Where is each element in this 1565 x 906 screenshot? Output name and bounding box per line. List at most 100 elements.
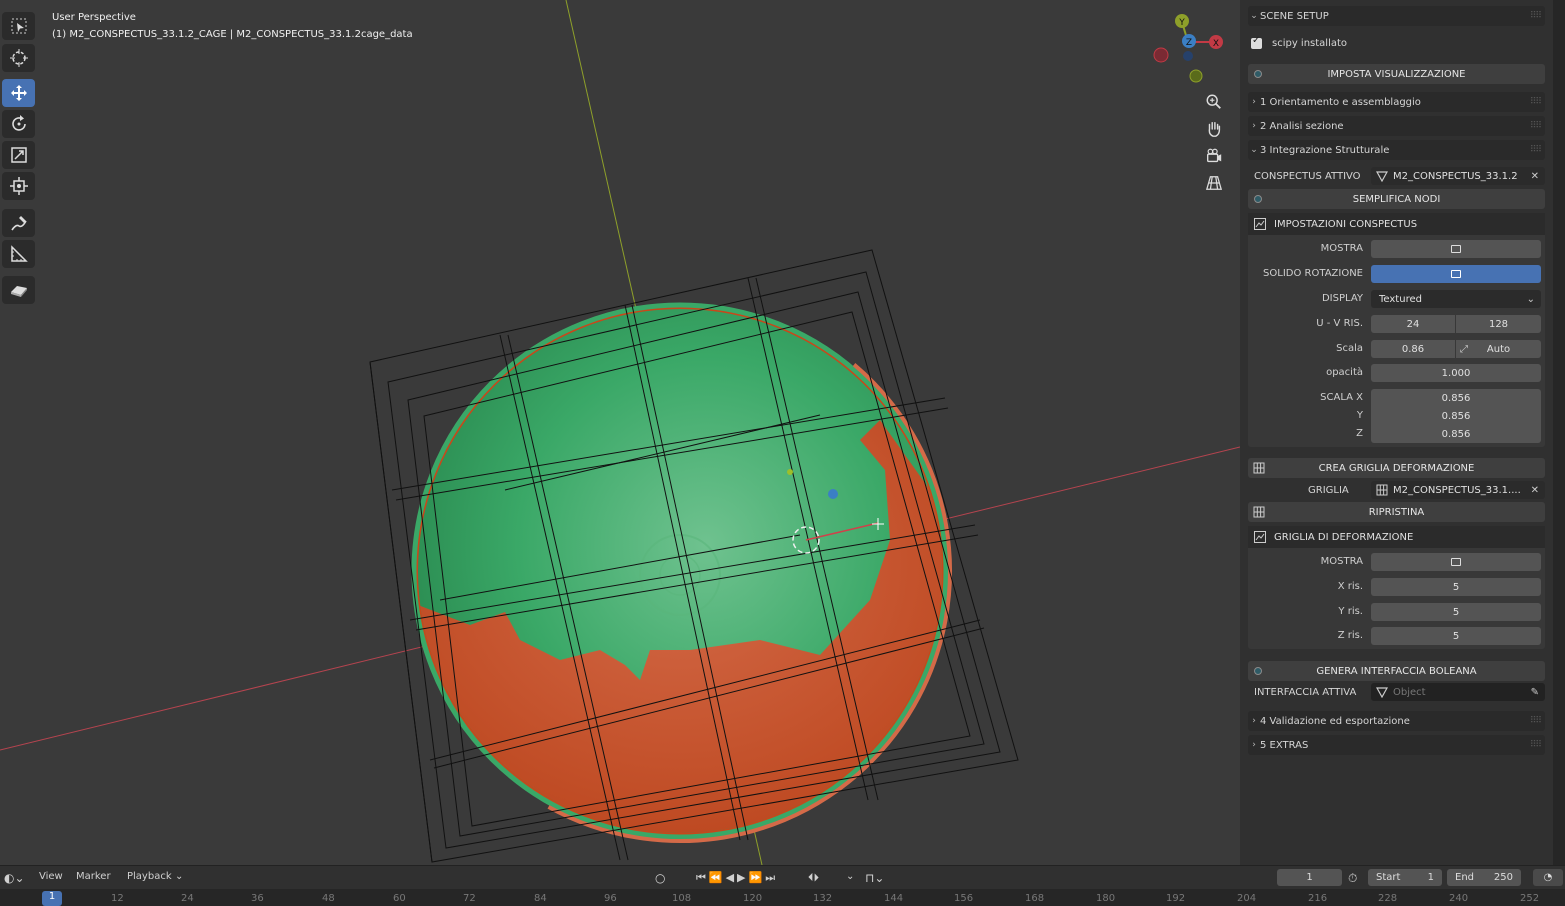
section-3-header[interactable]: ⌄ 3 Integrazione Strutturale ⠿⠿: [1248, 140, 1545, 160]
chevron-right-icon: ›: [1252, 121, 1256, 131]
scipy-checkbox[interactable]: ✓: [1251, 35, 1262, 49]
scala-y-field[interactable]: 0.856: [1371, 407, 1541, 425]
playback-menu[interactable]: Playback: [127, 871, 172, 882]
semplifica-label: SEMPLIFICA NODI: [1352, 193, 1441, 205]
scala-z-value: 0.856: [1441, 428, 1471, 440]
solido-rotazione-toggle[interactable]: [1371, 265, 1541, 283]
scipy-label: scipy installato: [1272, 37, 1348, 49]
stopwatch-icon[interactable]: ⏱: [1348, 871, 1357, 886]
uv-u-field[interactable]: 24: [1371, 315, 1455, 333]
scala-y-label: Y: [1356, 410, 1363, 421]
move-icon[interactable]: [2, 79, 35, 107]
operator-dot-icon: [1254, 195, 1262, 203]
tick-label: 144: [884, 893, 904, 904]
drag-handle-icon[interactable]: ⠿⠿: [1530, 740, 1542, 750]
y-ris-value: 5: [1452, 606, 1460, 618]
3d-viewport[interactable]: Y Z X User Perspective (1) M2_CONSPECTUS…: [0, 0, 1240, 865]
keyframe-jump-icon[interactable]: ⏴⏵: [808, 871, 819, 885]
playback-controls[interactable]: ⏮⏪◀▶⏩⏭: [696, 871, 778, 885]
display-dropdown[interactable]: Textured ⌄: [1371, 290, 1541, 308]
graph-icon: [1254, 531, 1266, 543]
opacita-field[interactable]: 1.000: [1371, 364, 1541, 382]
scale-icon[interactable]: [2, 141, 35, 169]
impostazioni-conspectus-header[interactable]: IMPOSTAZIONI CONSPECTUS: [1248, 213, 1545, 235]
imposta-visualizzazione-button[interactable]: IMPOSTA VISUALIZZAZIONE: [1248, 64, 1545, 84]
transform-icon[interactable]: [2, 172, 35, 200]
rotate-icon[interactable]: [2, 110, 35, 138]
genera-interfaccia-button[interactable]: GENERA INTERFACCIA BOLEANA: [1248, 661, 1545, 681]
tick-label: 60: [393, 893, 406, 904]
start-value: 1: [1427, 872, 1434, 883]
eyedropper-icon[interactable]: ✎: [1531, 687, 1539, 698]
drag-handle-icon[interactable]: ⠿⠿: [1530, 716, 1542, 726]
scala-x-field[interactable]: 0.856: [1371, 389, 1541, 407]
end-frame-field[interactable]: End 250: [1447, 869, 1521, 886]
camera-icon[interactable]: [1202, 144, 1226, 168]
uv-ris-label: U - V RIS.: [1316, 318, 1363, 329]
griglia-field[interactable]: M2_CONSPECTUS_33.1.... ✕: [1371, 481, 1545, 499]
x-ris-label: X ris.: [1337, 581, 1363, 592]
section-4-header[interactable]: › 4 Validazione ed esportazione ⠿⠿: [1248, 711, 1545, 731]
semplifica-nodi-button[interactable]: SEMPLIFICA NODI: [1248, 189, 1545, 209]
drag-handle-icon[interactable]: ⠿⠿: [1530, 145, 1542, 155]
overlay-toggle-icon[interactable]: ◔: [1533, 869, 1563, 886]
clear-x-icon[interactable]: ✕: [1531, 485, 1539, 496]
display-label: DISPLAY: [1321, 293, 1363, 304]
mostra-griglia-toggle[interactable]: [1371, 553, 1541, 571]
z-ris-field[interactable]: 5: [1371, 627, 1541, 645]
uv-v-field[interactable]: 128: [1456, 315, 1541, 333]
tick-label: 216: [1308, 893, 1328, 904]
tick-label: 132: [813, 893, 833, 904]
timeline-ruler[interactable]: [0, 889, 1565, 906]
hand-pan-icon[interactable]: [1202, 117, 1226, 141]
gizmo-x-label: X: [1213, 39, 1219, 49]
section-2-header[interactable]: › 2 Analisi sezione ⠿⠿: [1248, 116, 1545, 136]
mostra-griglia-label: MOSTRA: [1320, 556, 1363, 567]
section-1-header[interactable]: › 1 Orientamento e assemblaggio ⠿⠿: [1248, 92, 1545, 112]
conspectus-attivo-field[interactable]: M2_CONSPECTUS_33.1.2 ✕: [1371, 167, 1545, 185]
mostra-toggle[interactable]: [1371, 240, 1541, 258]
drag-handle-icon[interactable]: ⠿⠿: [1530, 11, 1542, 21]
crea-griglia-button[interactable]: CREA GRIGLIA DEFORMAZIONE: [1248, 458, 1545, 478]
interfaccia-attiva-field[interactable]: Object ✎: [1371, 683, 1545, 701]
imposta-label: IMPOSTA VISUALIZZAZIONE: [1327, 68, 1466, 80]
drag-handle-icon[interactable]: ⠿⠿: [1530, 121, 1542, 131]
tick-label: 240: [1449, 893, 1469, 904]
current-frame-marker[interactable]: 1: [42, 891, 62, 906]
section-1-label: 1 Orientamento e assemblaggio: [1260, 96, 1421, 108]
current-frame-field[interactable]: 1: [1277, 869, 1342, 886]
scala-z-field[interactable]: 0.856: [1371, 425, 1541, 443]
view-menu[interactable]: View: [39, 871, 63, 882]
mesh-object-icon: [1376, 687, 1388, 698]
start-frame-field[interactable]: Start 1: [1368, 869, 1442, 886]
perspective-grid-icon[interactable]: [1202, 171, 1226, 195]
z-ris-value: 5: [1452, 630, 1460, 642]
tick-label: 180: [1096, 893, 1116, 904]
scala-auto-label: Auto: [1486, 343, 1511, 355]
chevron-right-icon: ›: [1252, 97, 1256, 107]
editor-type-icon[interactable]: ◐⌄: [4, 871, 25, 885]
measure-icon[interactable]: [2, 240, 35, 268]
zoom-icon[interactable]: [1202, 90, 1226, 114]
annotate-icon[interactable]: [2, 209, 35, 237]
griglia-deformazione-header[interactable]: GRIGLIA DI DEFORMAZIONE: [1248, 526, 1545, 548]
blender-window: Y Z X User Perspective (1) M2_CONSPECTUS…: [0, 0, 1565, 906]
scene-setup-header[interactable]: ⌄ SCENE SETUP ⠿⠿: [1248, 6, 1545, 26]
y-ris-field[interactable]: 5: [1371, 603, 1541, 621]
x-ris-field[interactable]: 5: [1371, 578, 1541, 596]
sidebar-tabs[interactable]: [1553, 0, 1565, 865]
section-5-header[interactable]: › 5 EXTRAS ⠿⠿: [1248, 735, 1545, 755]
tick-label: 120: [743, 893, 763, 904]
auto-keying-icon[interactable]: ⊓⌄: [865, 871, 884, 885]
add-cube-icon[interactable]: [2, 276, 35, 304]
scala-field[interactable]: 0.86: [1371, 340, 1455, 358]
select-box-icon[interactable]: [2, 12, 35, 40]
marker-menu[interactable]: Marker: [76, 871, 111, 882]
scala-auto-button[interactable]: ⤢ Auto: [1456, 340, 1541, 358]
ripristina-button[interactable]: RIPRISTINA: [1248, 502, 1545, 522]
cursor-icon[interactable]: [2, 44, 35, 72]
tick-label: 168: [1025, 893, 1045, 904]
record-icon[interactable]: ○: [655, 871, 665, 885]
drag-handle-icon[interactable]: ⠿⠿: [1530, 97, 1542, 107]
clear-x-icon[interactable]: ✕: [1531, 171, 1539, 182]
